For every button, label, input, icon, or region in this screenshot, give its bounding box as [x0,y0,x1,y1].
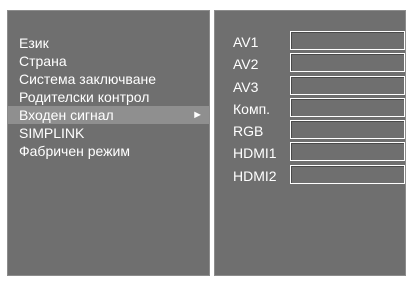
option-menu-list: Език Страна Система заключване Родителск… [8,34,209,160]
input-row-rgb: RGB [215,120,405,142]
input-label: HDMI1 [233,145,277,162]
input-row-hdmi2: HDMI2 [215,164,405,187]
input-label-panel: AV1 AV2 AV3 Комп. RGB HDMI1 HDMI2 [214,10,406,276]
arrow-right-icon: ► [192,109,203,121]
input-name-field-av3[interactable] [290,75,405,95]
menu-item-label: Родителски контрол [19,89,150,105]
input-name-field-component[interactable] [290,97,405,117]
menu-item-label: SIMPLINK [19,125,85,141]
input-label: HDMI2 [233,167,277,184]
input-row-av3: AV3 [215,75,405,98]
input-label: AV1 [233,34,259,50]
menu-item-label: Страна [19,53,67,69]
input-name-field-rgb[interactable] [290,120,405,140]
menu-item-factory-mode[interactable]: Фабричен режим [8,142,209,160]
menu-item-label: Език [19,35,49,51]
menu-item-parental-control[interactable]: Родителски контрол [8,88,209,106]
menu-item-lock-system[interactable]: Система заключване [8,70,209,88]
option-menu-panel: Език Страна Система заключване Родителск… [7,10,210,276]
input-row-component: Комп. [215,97,405,120]
input-label: RGB [233,123,264,140]
input-name-field-av2[interactable] [290,53,405,73]
input-name-field-av1[interactable] [290,31,405,50]
menu-item-language[interactable]: Език [8,34,209,52]
input-label: AV3 [233,78,259,95]
menu-item-label: Фабричен режим [19,143,130,159]
input-label: AV2 [233,56,259,73]
menu-item-input-signal[interactable]: Входен сигнал ► [8,106,209,124]
menu-item-simplink[interactable]: SIMPLINK [8,124,209,142]
menu-item-label: Входен сигнал [19,107,114,123]
input-row-av1: AV1 [215,31,405,53]
menu-item-country[interactable]: Страна [8,52,209,70]
tv-setup-screen: Език Страна Система заключване Родителск… [0,0,406,281]
input-row-av2: AV2 [215,53,405,75]
input-name-field-hdmi2[interactable] [290,164,405,184]
input-name-field-hdmi1[interactable] [290,142,405,162]
input-label-list: AV1 AV2 AV3 Комп. RGB HDMI1 HDMI2 [215,31,405,187]
input-row-hdmi1: HDMI1 [215,142,405,164]
input-label: Комп. [233,100,271,117]
menu-item-label: Система заключване [19,71,156,87]
